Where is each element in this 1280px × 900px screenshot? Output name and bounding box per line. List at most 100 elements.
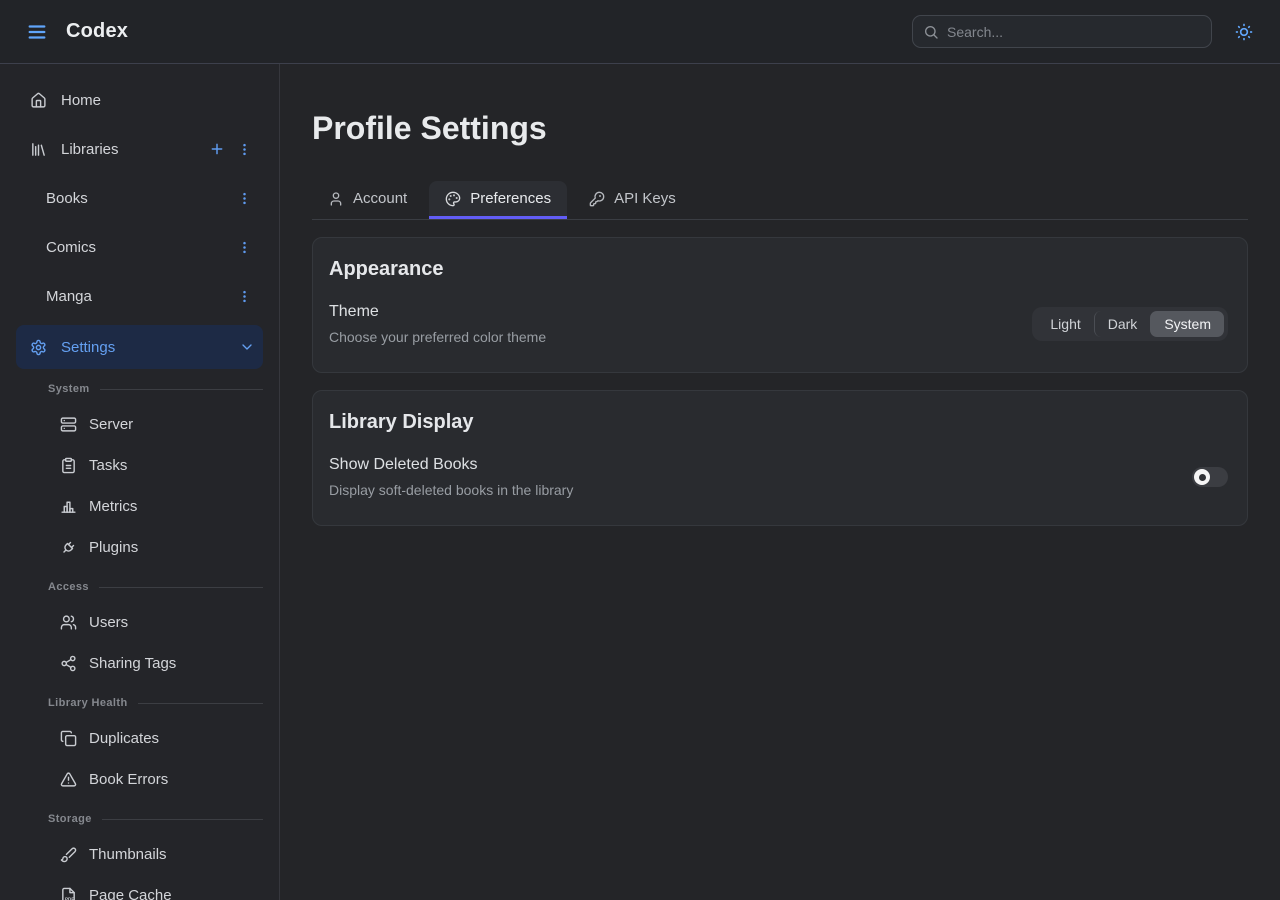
setting-description: Display soft-deleted books in the librar…: [329, 482, 573, 498]
tab-label: API Keys: [614, 190, 676, 207]
sidebar: Home Libraries Books: [0, 64, 280, 900]
paintbrush-icon: [60, 846, 77, 863]
plus-icon: [209, 141, 225, 157]
sidebar-item-libraries[interactable]: Libraries: [16, 129, 263, 169]
add-library-button[interactable]: [206, 138, 228, 160]
palette-icon: [445, 191, 461, 207]
sidebar-item-settings[interactable]: Settings: [16, 325, 263, 369]
main-content: Profile Settings Account Preferences API…: [280, 64, 1280, 900]
kebab-menu-icon: [237, 191, 252, 206]
show-deleted-books-toggle[interactable]: [1192, 467, 1228, 487]
section-label-library-health: Library Health: [16, 697, 263, 709]
copy-icon: [60, 730, 77, 747]
sidebar-item-label: Users: [89, 614, 255, 631]
sidebar-item-comics[interactable]: Comics: [16, 227, 263, 267]
magnifier-icon: [923, 24, 939, 40]
theme-segmented-control: Light Dark System: [1032, 307, 1228, 341]
server-icon: [60, 416, 77, 433]
library-item-label: Manga: [46, 288, 234, 305]
search-box: [912, 15, 1212, 48]
section-label-access: Access: [16, 581, 263, 593]
theme-setting-row: Theme Choose your preferred color theme …: [329, 303, 1228, 345]
library-item-label: Books: [46, 190, 234, 207]
sidebar-item-duplicates[interactable]: Duplicates: [16, 718, 263, 758]
chevron-down-icon: [239, 339, 255, 355]
setting-label: Show Deleted Books: [329, 456, 573, 474]
key-icon: [589, 191, 605, 207]
sidebar-item-label: Metrics: [89, 498, 255, 515]
share-icon: [60, 655, 77, 672]
sidebar-item-label: Settings: [61, 339, 239, 356]
show-deleted-books-row: Show Deleted Books Display soft-deleted …: [329, 456, 1228, 498]
plug-icon: [60, 539, 77, 556]
page-title: Profile Settings: [312, 110, 1248, 147]
topbar: Codex: [0, 0, 1280, 64]
appearance-card: Appearance Theme Choose your preferred c…: [312, 237, 1248, 373]
sidebar-item-home[interactable]: Home: [16, 80, 263, 120]
library-icon: [30, 141, 47, 158]
hamburger-menu-button[interactable]: [22, 17, 52, 47]
library-display-card: Library Display Show Deleted Books Displ…: [312, 390, 1248, 526]
books-more-button[interactable]: [234, 188, 255, 209]
toggle-knob: [1194, 469, 1210, 485]
manga-more-button[interactable]: [234, 286, 255, 307]
tab-preferences[interactable]: Preferences: [429, 181, 567, 219]
home-icon: [30, 92, 47, 109]
theme-option-system[interactable]: System: [1150, 311, 1224, 337]
sidebar-item-label: Duplicates: [89, 730, 255, 747]
setting-label: Theme: [329, 303, 546, 321]
sidebar-item-thumbnails[interactable]: Thumbnails: [16, 834, 263, 874]
sidebar-item-label: Server: [89, 416, 255, 433]
app-title: Codex: [66, 20, 128, 43]
sidebar-item-label: Libraries: [61, 141, 206, 158]
sidebar-item-label: Book Errors: [89, 771, 255, 788]
pdf-file-icon: PDF: [60, 887, 77, 900]
sidebar-item-label: Home: [61, 92, 255, 109]
library-item-label: Comics: [46, 239, 234, 256]
sidebar-item-books[interactable]: Books: [16, 178, 263, 218]
gear-icon: [30, 339, 47, 356]
sidebar-item-sharing-tags[interactable]: Sharing Tags: [16, 643, 263, 683]
sidebar-item-manga[interactable]: Manga: [16, 276, 263, 316]
kebab-menu-icon: [237, 240, 252, 255]
clipboard-icon: [60, 457, 77, 474]
sidebar-item-label: Tasks: [89, 457, 255, 474]
alert-triangle-icon: [60, 771, 77, 788]
theme-option-dark[interactable]: Dark: [1094, 311, 1151, 337]
setting-text: Show Deleted Books Display soft-deleted …: [329, 456, 573, 498]
sidebar-item-label: Page Cache: [89, 887, 255, 900]
sidebar-item-page-cache[interactable]: PDF Page Cache: [16, 875, 263, 900]
theme-toggle-button[interactable]: [1230, 18, 1258, 46]
sidebar-item-metrics[interactable]: Metrics: [16, 486, 263, 526]
sidebar-item-users[interactable]: Users: [16, 602, 263, 642]
kebab-menu-icon: [237, 142, 252, 157]
libraries-more-button[interactable]: [234, 139, 255, 160]
setting-description: Choose your preferred color theme: [329, 329, 546, 345]
tab-api-keys[interactable]: API Keys: [573, 181, 692, 219]
card-title: Library Display: [329, 411, 1228, 434]
search-input[interactable]: [947, 24, 1201, 40]
user-icon: [328, 191, 344, 207]
sidebar-item-server[interactable]: Server: [16, 404, 263, 444]
theme-option-light[interactable]: Light: [1036, 311, 1093, 337]
sidebar-item-label: Sharing Tags: [89, 655, 255, 672]
sun-icon: [1234, 22, 1254, 42]
section-label-system: System: [16, 383, 263, 395]
sidebar-item-plugins[interactable]: Plugins: [16, 527, 263, 567]
sidebar-item-label: Plugins: [89, 539, 255, 556]
card-title: Appearance: [329, 258, 1228, 281]
comics-more-button[interactable]: [234, 237, 255, 258]
tab-account[interactable]: Account: [312, 181, 423, 219]
tabbar: Account Preferences API Keys: [312, 181, 1248, 220]
hamburger-icon: [26, 21, 48, 43]
sidebar-item-label: Thumbnails: [89, 846, 255, 863]
sidebar-item-book-errors[interactable]: Book Errors: [16, 759, 263, 799]
users-icon: [60, 614, 77, 631]
setting-text: Theme Choose your preferred color theme: [329, 303, 546, 345]
sidebar-item-tasks[interactable]: Tasks: [16, 445, 263, 485]
tab-label: Account: [353, 190, 407, 207]
section-label-storage: Storage: [16, 813, 263, 825]
svg-text:PDF: PDF: [65, 896, 74, 900]
kebab-menu-icon: [237, 289, 252, 304]
tab-label: Preferences: [470, 190, 551, 207]
